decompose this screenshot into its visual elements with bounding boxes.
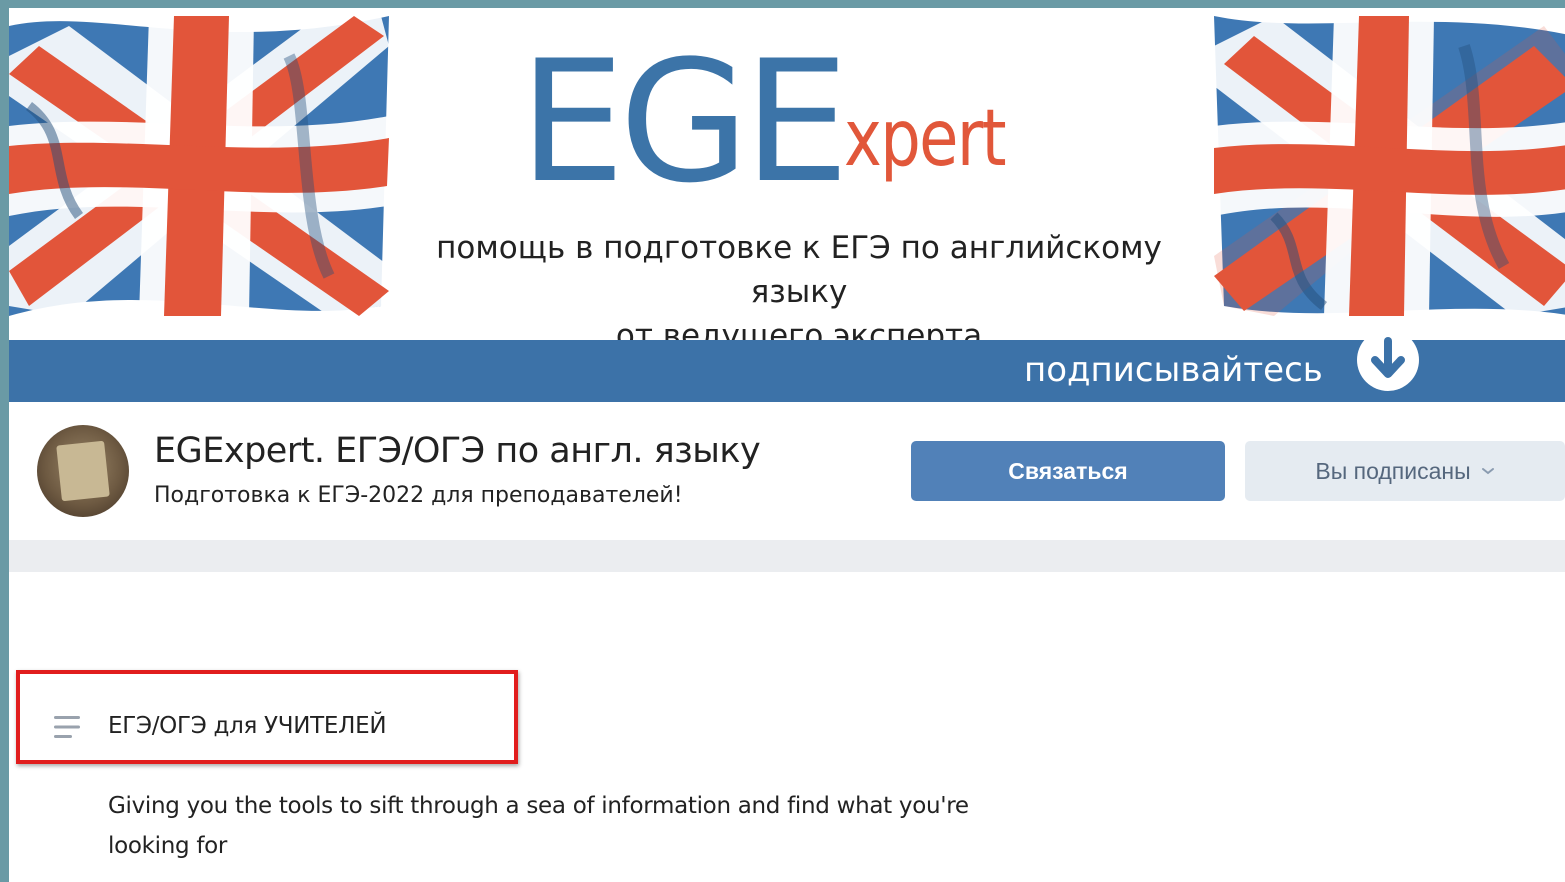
section-divider xyxy=(9,540,1565,572)
download-arrow-icon xyxy=(1357,329,1419,391)
subscribed-label: Вы подписаны xyxy=(1315,457,1471,484)
union-jack-flag-icon xyxy=(1214,16,1565,316)
union-jack-flag-icon xyxy=(9,16,389,316)
subscribe-bar: подписывайтесь xyxy=(9,329,1565,402)
subscribed-dropdown-button[interactable]: Вы подписаны xyxy=(1245,441,1565,501)
logo-main-text: EGE xyxy=(519,24,849,220)
subscribe-label: подписывайтесь xyxy=(1024,350,1323,390)
section-description: Giving you the tools to sift through a s… xyxy=(108,793,969,859)
community-cover-banner[interactable]: EGE xpert помощь в подготовке к ЕГЭ по а… xyxy=(9,8,1565,403)
frame-left-border xyxy=(0,0,9,882)
avatar[interactable] xyxy=(37,425,129,517)
community-header: EGExpert. ЕГЭ/ОГЭ по англ. языку Подгото… xyxy=(9,403,1565,540)
contact-button[interactable]: Связаться xyxy=(911,441,1225,501)
menu-lines-icon xyxy=(54,716,80,738)
frame-top-border xyxy=(0,0,1565,8)
community-status: Подготовка к ЕГЭ-2022 для преподавателей… xyxy=(154,483,683,508)
tagline-line-1: помощь в подготовке к ЕГЭ по английскому… xyxy=(436,230,1162,310)
banner-tagline: помощь в подготовке к ЕГЭ по английскому… xyxy=(389,226,1209,358)
chevron-down-icon xyxy=(1481,468,1494,475)
logo-suffix-text: xpert xyxy=(844,94,1007,184)
page-title: EGExpert. ЕГЭ/ОГЭ по англ. языку xyxy=(154,431,761,471)
egexpert-logo: EGE xpert xyxy=(519,38,1079,228)
section-title[interactable]: ЕГЭ/ОГЭ для УЧИТЕЛЕЙ xyxy=(108,713,387,739)
